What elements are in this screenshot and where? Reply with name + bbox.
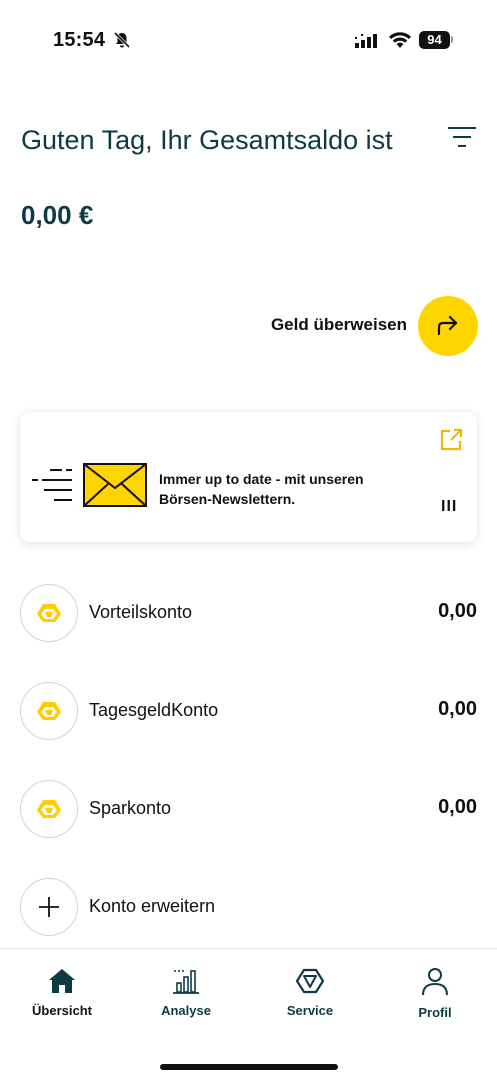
profile-icon bbox=[422, 968, 448, 996]
newsletter-card[interactable]: Immer up to date - mit unseren Börsen-Ne… bbox=[20, 412, 477, 542]
newsletter-text: Immer up to date - mit unseren Börsen-Ne… bbox=[159, 471, 364, 507]
bell-muted-icon bbox=[113, 31, 131, 49]
home-indicator[interactable] bbox=[160, 1064, 338, 1070]
nav-label-analyse: Analyse bbox=[161, 1003, 211, 1018]
bottom-nav: Übersicht Analyse Service Profil bbox=[0, 948, 497, 1080]
nav-label-profile: Profil bbox=[418, 1005, 452, 1020]
bank-logo-icon bbox=[20, 584, 78, 642]
transfer-label[interactable]: Geld überweisen bbox=[271, 315, 407, 335]
transfer-button[interactable] bbox=[418, 296, 478, 356]
account-name: TagesgeldKonto bbox=[89, 700, 219, 720]
nav-label-overview: Übersicht bbox=[32, 1003, 92, 1018]
account-row-vorteilskonto[interactable]: Vorteilskonto 0,00 bbox=[20, 584, 477, 642]
pager-icon: III bbox=[441, 498, 458, 515]
status-bar: 15:54 94 bbox=[0, 0, 497, 80]
account-row-tagesgeldkonto[interactable]: TagesgeldKonto 0,00 bbox=[20, 682, 477, 740]
arrow-right-icon bbox=[437, 315, 458, 336]
analytics-icon bbox=[173, 970, 199, 994]
total-balance: 0,00 € bbox=[21, 200, 94, 230]
account-name: Sparkonto bbox=[89, 798, 172, 818]
status-time: 15:54 bbox=[53, 29, 106, 51]
greeting-text: Guten Tag, Ihr Gesamtsaldo ist bbox=[21, 125, 393, 155]
signal-icon bbox=[355, 34, 377, 48]
home-icon bbox=[49, 969, 75, 993]
envelope-icon bbox=[32, 463, 147, 507]
battery-cap bbox=[451, 36, 453, 43]
account-amount: 0,00 bbox=[438, 600, 477, 622]
app-screen: 15:54 94 Guten Tag, Ihr Gesamtsaldo ist bbox=[0, 0, 497, 1080]
plus-icon bbox=[20, 878, 78, 936]
nav-item-profile[interactable]: Profil bbox=[385, 967, 485, 1027]
nav-label-service: Service bbox=[286, 1003, 334, 1018]
external-link-icon[interactable] bbox=[437, 426, 465, 454]
nav-item-service[interactable]: Service bbox=[260, 967, 360, 1027]
extend-account-button[interactable]: Konto erweitern bbox=[20, 878, 477, 936]
account-row-sparkonto[interactable]: Sparkonto 0,00 bbox=[20, 780, 477, 838]
wifi-icon bbox=[389, 32, 411, 48]
service-icon bbox=[295, 968, 325, 994]
account-amount: 0,00 bbox=[438, 796, 477, 818]
nav-item-analyse[interactable]: Analyse bbox=[136, 967, 236, 1027]
account-amount: 0,00 bbox=[438, 698, 477, 720]
battery-indicator: 94 bbox=[419, 31, 450, 49]
bank-logo-icon bbox=[20, 780, 78, 838]
bank-logo-icon bbox=[20, 682, 78, 740]
filter-icon[interactable] bbox=[446, 125, 478, 151]
account-name: Vorteilskonto bbox=[89, 602, 193, 622]
nav-item-overview[interactable]: Übersicht bbox=[12, 967, 112, 1027]
extend-account-label: Konto erweitern bbox=[89, 896, 216, 916]
